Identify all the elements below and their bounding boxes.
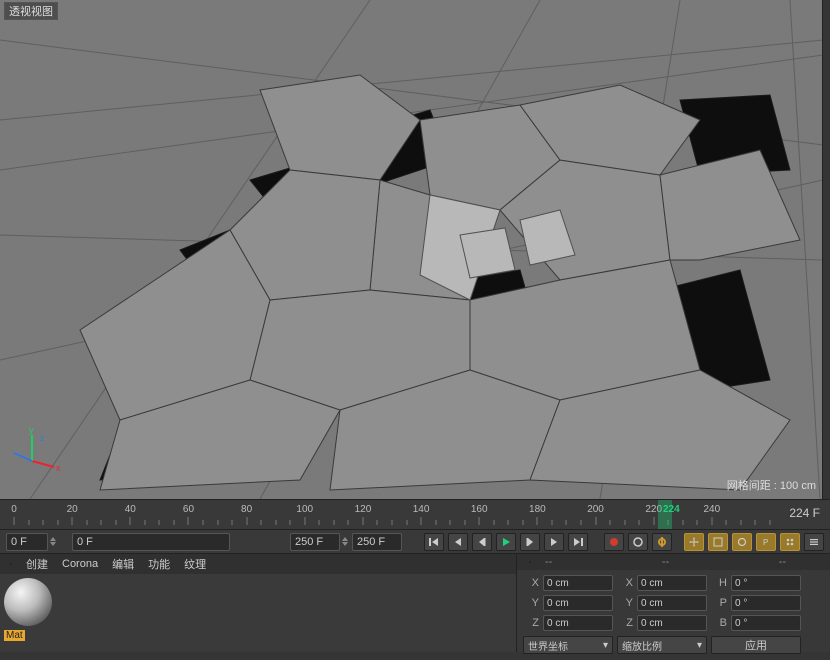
current-frame-display: 224 F [789,506,820,520]
pla-toggle[interactable] [780,533,800,551]
material-list-area[interactable]: Mat [0,574,516,652]
options-button[interactable] [804,533,824,551]
tick-label: 240 [704,504,721,515]
coord-dash3: -- [773,554,792,570]
coord-field[interactable]: 0 cm [637,575,707,591]
tick-label: 60 [183,504,194,515]
axis-gizmo: x y z [12,427,62,477]
apply-button[interactable]: 应用 [711,636,801,654]
tick-label: 180 [529,504,546,515]
viewport-render [0,0,823,499]
coord-menu-icon[interactable] [523,555,537,569]
svg-text:P: P [763,538,768,547]
range-start-field[interactable]: 0 F [72,533,230,551]
move-toggle[interactable] [684,533,704,551]
step-forward-button[interactable] [544,533,564,551]
next-key-button[interactable] [520,533,540,551]
menu-create[interactable]: 创建 [20,554,54,574]
goto-start-button[interactable] [424,533,444,551]
step-back-button[interactable] [448,533,468,551]
coord-label: Y [617,597,633,609]
tick-label: 20 [67,504,78,515]
axis-y-label: y [29,427,34,435]
play-button[interactable] [496,533,516,551]
coord-field[interactable]: 0 cm [637,615,707,631]
range-end-field[interactable]: 250 F [290,533,340,551]
bottom-panels: 创建 Corona 编辑 功能 纹理 Mat -- -- -- X 0 cm X 0 … [0,553,830,651]
coord-field[interactable]: 0 ° [731,615,801,631]
tick-label: 100 [296,504,313,515]
coord-label: P [711,597,727,609]
material-name-label[interactable]: Mat [4,630,25,641]
coord-field[interactable]: 0 cm [543,595,613,611]
coordinates-panel: -- -- -- X 0 cm X 0 cm H 0 ° Y 0 cm Y 0 cm P 0 ° Z 0 … [516,554,830,652]
coord-label: X [523,577,539,589]
tick-label: 200 [587,504,604,515]
viewport[interactable]: 透视视图 [0,0,823,499]
menu-edit[interactable]: 编辑 [106,554,140,574]
tick-label: 0 [11,504,17,515]
coord-mode-dropdown[interactable]: 缩放比例▾ [617,636,707,654]
coord-space-dropdown[interactable]: 世界坐标▾ [523,636,613,654]
keyframe-button[interactable] [652,533,672,551]
coord-menu-bar: -- -- -- [517,554,830,570]
axis-z-label: z [40,433,45,443]
scale-toggle[interactable] [708,533,728,551]
tick-label: 160 [471,504,488,515]
coord-label: Z [617,617,633,629]
start-stepper[interactable] [50,533,56,551]
coord-field[interactable]: 0 ° [731,595,801,611]
record-button[interactable] [604,533,624,551]
rotate-toggle[interactable] [732,533,752,551]
coord-field[interactable]: 0 cm [543,615,613,631]
menu-function[interactable]: 功能 [142,554,176,574]
coord-dash1: -- [539,554,558,570]
tick-label: 140 [413,504,430,515]
prev-key-button[interactable] [472,533,492,551]
panel-menu-icon[interactable] [4,557,18,571]
coord-label: B [711,617,727,629]
current-frame-label: 224 [663,504,680,515]
tick-label: 120 [355,504,372,515]
material-preview[interactable] [4,578,52,626]
material-manager: 创建 Corona 编辑 功能 纹理 Mat [0,554,516,652]
autokey-button[interactable] [628,533,648,551]
transport-bar: 0 F 0 F 250 F 250 F P [0,529,830,553]
coord-field[interactable]: 0 cm [637,595,707,611]
material-menu-bar: 创建 Corona 编辑 功能 纹理 [0,554,516,574]
timeline-start-label: 0 F [6,533,48,551]
coord-field[interactable]: 0 ° [731,575,801,591]
coord-field[interactable]: 0 cm [543,575,613,591]
menu-corona[interactable]: Corona [56,556,104,572]
coord-label: Y [523,597,539,609]
coord-label: X [617,577,633,589]
axis-x-label: x [56,463,61,473]
coord-label: H [711,577,727,589]
menu-texture[interactable]: 纹理 [178,554,212,574]
tick-label: 80 [241,504,252,515]
timeline-end-label: 250 F [352,533,402,551]
tick-label: 40 [125,504,136,515]
coord-dash2: -- [656,554,675,570]
timeline-ruler[interactable]: 020406080100120140160180200220240224 224… [0,499,830,529]
param-toggle[interactable]: P [756,533,776,551]
goto-end-button[interactable] [568,533,588,551]
end-stepper[interactable] [342,533,348,551]
coord-label: Z [523,617,539,629]
grid-spacing-label: 网格间距 : 100 cm [727,477,816,493]
